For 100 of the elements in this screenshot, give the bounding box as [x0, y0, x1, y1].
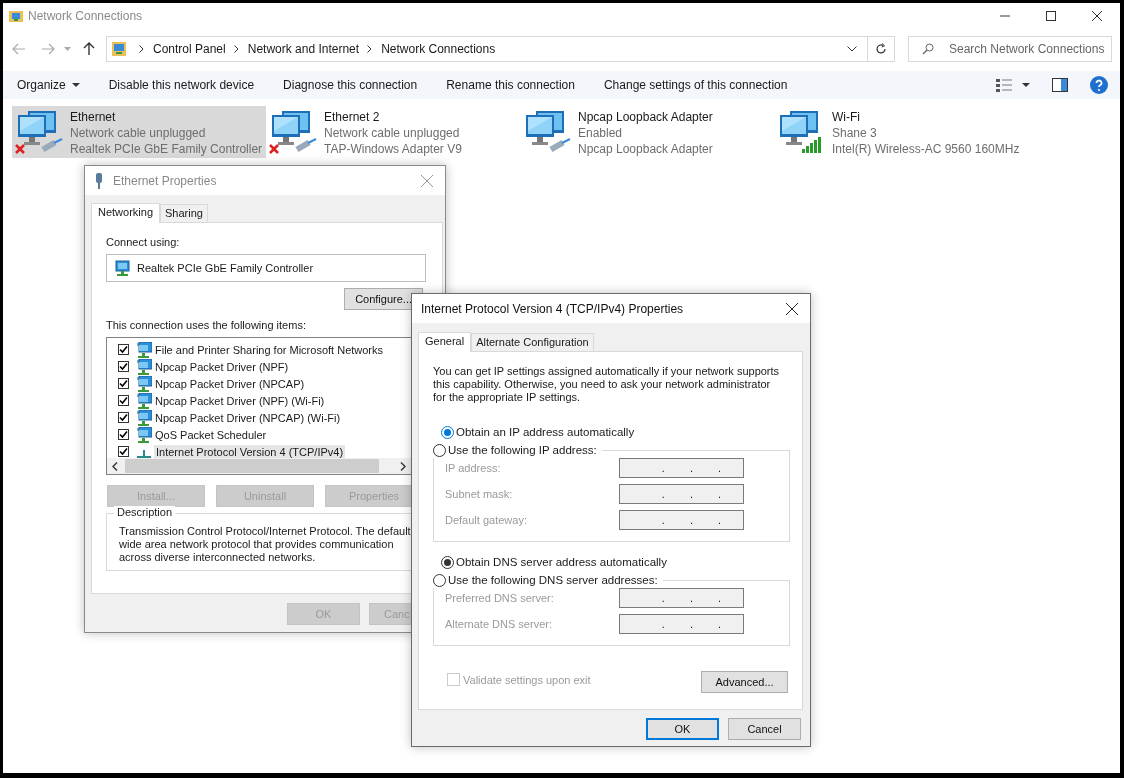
checkbox[interactable] — [118, 446, 129, 457]
toolbar-button[interactable]: Change settings of this connection — [595, 71, 796, 99]
configure-button[interactable]: Configure... — [344, 288, 423, 310]
chevron-icon — [233, 45, 239, 53]
label: Connect using: — [106, 236, 181, 249]
checkbox[interactable] — [118, 429, 129, 440]
radio-button[interactable] — [433, 573, 446, 587]
radio-button[interactable] — [433, 443, 446, 457]
adapter-device: Intel(R) Wireless-AC 9560 160MHz — [832, 141, 1020, 157]
maximize-icon — [1046, 11, 1056, 21]
breadcrumb-item[interactable]: Network and Internet — [247, 42, 360, 56]
checkbox[interactable] — [118, 361, 129, 372]
radio-button[interactable] — [441, 425, 454, 439]
adapter-item[interactable]: Npcap Loopback Adapter Enabled Npcap Loopback Adapter — [520, 106, 774, 158]
list-item[interactable]: Npcap Packet Driver (NPCAP) — [153, 376, 307, 391]
control-panel-icon — [111, 41, 127, 57]
network-computer-icon — [14, 109, 64, 155]
toolbar-button[interactable]: Disable this network device — [100, 71, 263, 99]
network-computer-icon — [268, 109, 318, 155]
field-label: Subnet mask: — [445, 488, 514, 500]
view-options-icon[interactable] — [996, 78, 1012, 92]
adapter-device: Realtek PCIe GbE Family Controller — [70, 141, 263, 157]
adapter-device: TAP-Windows Adapter V9 — [324, 141, 462, 157]
field-label: IP address: — [445, 462, 502, 474]
refresh-icon — [875, 43, 887, 55]
toolbar-button[interactable]: Organize — [9, 71, 88, 99]
checkbox[interactable] — [118, 378, 129, 389]
window-title: Network Connections — [28, 9, 143, 23]
scroll-right-icon — [400, 461, 406, 471]
checkbox[interactable] — [118, 412, 129, 423]
advanced-button[interactable]: Advanced... — [701, 671, 788, 693]
adapter-status: Network cable unplugged — [324, 125, 461, 141]
tab[interactable]: General — [418, 332, 472, 352]
help-icon[interactable] — [1090, 76, 1108, 94]
folder-network-icon — [8, 8, 24, 24]
group-title: Description — [114, 506, 176, 518]
tab[interactable]: Networking — [91, 203, 161, 223]
preview-pane-icon[interactable] — [1052, 78, 1068, 92]
adapter-name: Npcap Loopback Adapter — [578, 109, 713, 125]
field-label: Default gateway: — [445, 514, 528, 526]
adapter-name: Wi-Fi — [832, 109, 861, 125]
address-bar[interactable]: Control Panel Network and Internet Network Connections — [106, 36, 868, 62]
adapter-item[interactable]: Wi-Fi Shane 3 Intel(R) Wireless-AC 9560 160MHz — [774, 106, 1028, 158]
adapter-status: Shane 3 — [832, 125, 878, 141]
list-item[interactable]: QoS Packet Scheduler — [153, 427, 269, 442]
list-item[interactable]: Npcap Packet Driver (NPCAP) (Wi-Fi) — [153, 410, 343, 425]
service-icon — [136, 358, 152, 375]
field-label: Alternate DNS server: — [445, 618, 553, 630]
search-icon — [922, 43, 934, 55]
adapter-field: Realtek PCIe GbE Family Controller — [106, 254, 426, 282]
dialog-title: Internet Protocol Version 4 (TCP/IPv4) Properties — [421, 301, 684, 316]
service-icon — [136, 341, 152, 358]
checkbox[interactable] — [118, 395, 129, 406]
list-item[interactable]: File and Printer Sharing for Microsoft Networks — [153, 342, 386, 357]
dialog-title: Ethernet Properties — [113, 173, 217, 188]
toolbar-button[interactable]: Diagnose this connection — [275, 71, 426, 99]
checkbox[interactable] — [118, 344, 129, 355]
close-icon — [786, 302, 798, 315]
search-field[interactable]: Search Network Connections — [908, 36, 1112, 62]
list-item[interactable]: Internet Protocol Version 4 (TCP/IPv4) — [154, 444, 346, 459]
radio-label[interactable]: Use the following IP address: — [448, 444, 600, 456]
adapter-name: Ethernet — [70, 109, 117, 125]
close-icon — [1092, 11, 1102, 21]
breadcrumb-item[interactable]: Control Panel — [153, 42, 226, 56]
adapter-item[interactable]: Ethernet 2 Network cable unplugged TAP-Windows Adapter V9 — [266, 106, 520, 158]
cancel-button[interactable]: Cancel — [728, 718, 801, 740]
field-label: Preferred DNS server: — [445, 592, 555, 604]
radio-label[interactable]: Use the following DNS server addresses: — [448, 574, 661, 586]
scroll-left-icon — [112, 461, 118, 471]
tab[interactable]: Sharing — [160, 204, 208, 222]
checkbox-label: Validate settings upon exit — [463, 673, 591, 686]
list-item[interactable]: Npcap Packet Driver (NPF) (Wi-Fi) — [153, 393, 327, 408]
breadcrumb-item[interactable]: Network Connections — [381, 42, 496, 56]
close-icon — [421, 174, 433, 187]
list-item[interactable]: Npcap Packet Driver (NPF) — [153, 359, 291, 374]
label: This connection uses the following items: — [106, 319, 307, 332]
dropdown-caret-icon[interactable] — [847, 46, 857, 52]
chevron-icon — [367, 45, 373, 53]
refresh-button[interactable] — [868, 36, 895, 62]
network-adapter-icon — [115, 260, 131, 276]
network-adapter-icon — [94, 172, 104, 189]
radio-button[interactable] — [441, 555, 454, 569]
adapter-status: Network cable unplugged — [70, 125, 207, 141]
tab[interactable]: Alternate Configuration — [471, 333, 594, 351]
up-arrow-icon[interactable] — [83, 42, 95, 56]
service-icon — [136, 392, 152, 409]
adapter-status: Enabled — [578, 125, 624, 141]
adapter-name: Ethernet 2 — [324, 109, 381, 125]
caret-icon[interactable] — [1022, 83, 1030, 87]
service-icon — [136, 426, 152, 443]
radio-label[interactable]: Obtain DNS server address automatically — [456, 556, 670, 568]
service-icon — [136, 409, 152, 426]
adapter-item[interactable]: Ethernet Network cable unplugged Realtek PCIe GbE Family Controller — [12, 106, 266, 158]
radio-label[interactable]: Obtain an IP address automatically — [456, 426, 638, 438]
toolbar-button[interactable]: Rename this connection — [438, 71, 583, 99]
caret-icon — [71, 83, 80, 87]
adapter-device: Npcap Loopback Adapter — [578, 141, 713, 157]
ok-button[interactable]: OK — [646, 718, 719, 740]
intro-text: You can get IP settings assigned automatically if your network supports this capability. Otherwise, you need to ask your network administrator for the appropriate IP settings. — [433, 365, 781, 404]
service-icon — [136, 375, 152, 392]
